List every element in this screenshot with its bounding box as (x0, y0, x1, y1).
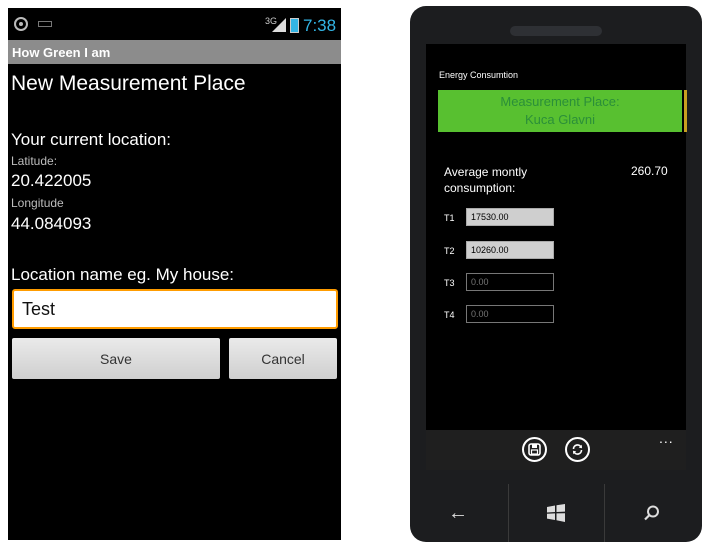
battery-icon (290, 18, 299, 33)
t2-label: T2 (444, 246, 455, 256)
windows-phone-screen: Energy Consumtion Measurement Place: Kuc… (426, 44, 687, 470)
t4-label: T4 (444, 310, 455, 320)
t1-label: T1 (444, 213, 455, 223)
cancel-button[interactable]: Cancel (229, 338, 337, 379)
save-button[interactable]: Save (12, 338, 220, 379)
t3-label: T3 (444, 278, 455, 288)
average-consumption-label: Average montly consumption: (444, 164, 527, 196)
latitude-value: 20.422005 (11, 171, 92, 190)
current-location-label: Your current location: (11, 130, 172, 149)
latitude-label: Latitude: (11, 154, 58, 168)
t4-input[interactable] (466, 305, 554, 323)
floppy-disk-icon (528, 443, 541, 456)
magnifier-icon (644, 505, 659, 521)
status-clock: 7:38 (303, 16, 337, 35)
tile-scroll-indicator (684, 90, 687, 132)
status-bar: 3G 7:38 (8, 8, 341, 39)
more-options-icon[interactable]: ... (659, 430, 674, 446)
hardware-buttons: ← (410, 484, 702, 542)
sync-arrows-icon (572, 444, 583, 455)
windows-phone-device: Energy Consumtion Measurement Place: Kuc… (410, 6, 702, 542)
longitude-label: Longitude (11, 196, 64, 210)
page-title: New Measurement Place (11, 72, 246, 95)
location-name-label: Location name eg. My house: (11, 265, 235, 284)
average-consumption-value: 260.70 (631, 164, 668, 178)
signal-icon (272, 18, 286, 32)
gps-icon (14, 17, 28, 31)
t2-input[interactable] (466, 241, 554, 259)
tile-line1: Measurement Place: (500, 94, 620, 109)
average-label-line1: Average montly (444, 165, 528, 179)
refresh-icon[interactable] (565, 437, 590, 462)
android-screen: 3G 7:38 How Green I am New Measurement P… (8, 8, 341, 540)
longitude-value: 44.084093 (11, 214, 92, 233)
location-name-input[interactable] (12, 289, 338, 329)
windows-logo-icon[interactable] (508, 484, 604, 542)
tile-line2: Kuca Glavni (524, 112, 596, 127)
back-arrow-icon[interactable]: ← (410, 484, 506, 542)
t1-input[interactable] (466, 208, 554, 226)
average-label-line2: consumption: (444, 181, 516, 195)
application-bar: ... (426, 430, 686, 470)
windows-flag-icon (547, 504, 565, 522)
earpiece (510, 26, 602, 36)
t3-input[interactable] (466, 273, 554, 291)
search-icon[interactable] (604, 484, 700, 542)
app-title: Energy Consumtion (439, 70, 519, 80)
keyboard-icon (38, 21, 52, 27)
save-icon[interactable] (522, 437, 547, 462)
measurement-place-tile[interactable]: Measurement Place: Kuca Glavni (438, 90, 682, 132)
app-title-bar: How Green I am (8, 40, 341, 64)
